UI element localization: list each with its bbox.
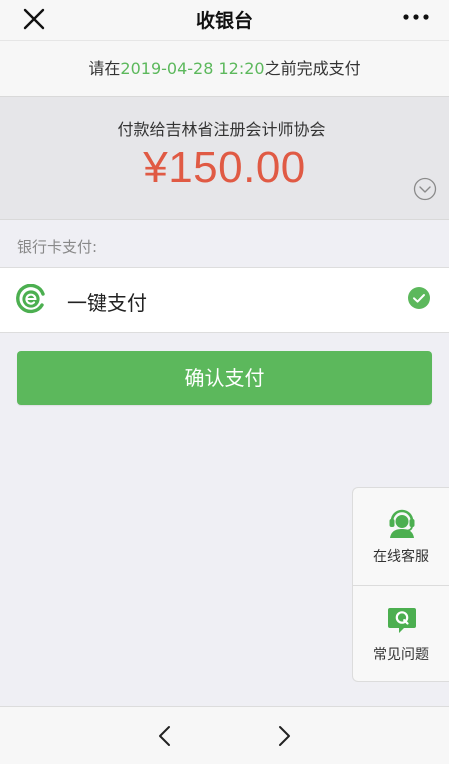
chevron-right-icon[interactable] [272, 724, 296, 748]
notice-prefix: 请在 [88, 59, 121, 78]
faq-q-icon [388, 608, 416, 633]
deadline-time: 2019-04-28 12:20 [120, 59, 265, 78]
payee-name: 付款给吉林省注册会计师协会 [117, 120, 326, 139]
payment-deadline-notice: 请在2019-04-28 12:20之前完成支付 [0, 40, 449, 96]
page-title: 收银台 [195, 10, 253, 32]
faq-button[interactable]: 常见问题 [353, 585, 449, 681]
selected-check-icon [408, 287, 430, 309]
top-navbar: 收银台 [0, 0, 449, 40]
chevron-down-circle-icon[interactable] [413, 177, 437, 201]
confirm-payment-button[interactable]: 确认支付 [17, 351, 432, 405]
more-options-icon[interactable] [401, 5, 431, 29]
payment-amount: ¥150.00 [143, 143, 306, 192]
payment-method-one-click[interactable]: 一键支付 [0, 267, 449, 333]
e-pay-logo-icon [16, 284, 45, 314]
bottom-nav-bar [0, 706, 449, 764]
help-side-panel: 在线客服 常见问题 [352, 487, 449, 682]
payment-method-label: 一键支付 [67, 291, 147, 315]
payment-summary: 付款给吉林省注册会计师协会 ¥150.00 [0, 96, 449, 220]
faq-label: 常见问题 [373, 647, 429, 663]
online-support-label: 在线客服 [373, 549, 429, 565]
online-support-button[interactable]: 在线客服 [353, 488, 449, 584]
customer-service-icon [389, 509, 415, 538]
notice-suffix: 之前完成支付 [264, 59, 361, 78]
chevron-left-icon[interactable] [153, 724, 177, 748]
bank-card-section-label: 银行卡支付: [17, 238, 98, 256]
